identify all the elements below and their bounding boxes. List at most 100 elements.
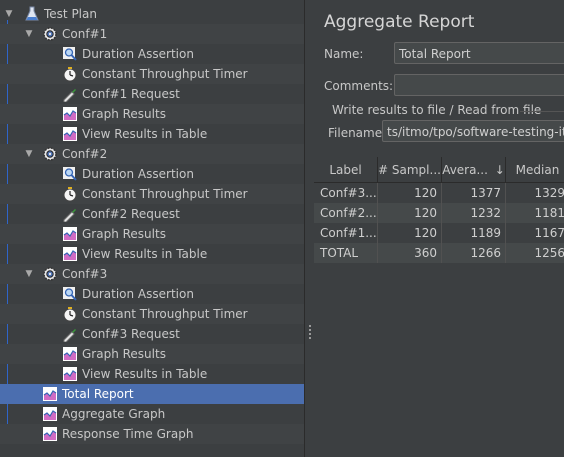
tree-item[interactable]: ▼ Conf#1 [0,24,304,44]
chevron-down-icon[interactable]: ▼ [24,269,34,279]
filename-label: Filename [328,126,383,140]
tree-item-label: Graph Results [82,227,166,241]
tree-item[interactable]: Aggregate Graph [0,404,304,424]
tree-item-label: Conf#2 [62,147,108,161]
pipette-icon [62,206,78,223]
comments-label: Comments: [324,79,394,93]
graph-icon [62,346,78,362]
column-header-samples[interactable]: # Sampl... [378,157,442,183]
table-cell-average: 1266 [442,243,506,263]
table-cell-label: Conf#1... [314,223,378,243]
tree-item[interactable]: View Results in Table [0,124,304,144]
tree-item[interactable]: ▼ Conf#2 [0,144,304,164]
stopwatch-icon [62,306,78,322]
table-cell-label: TOTAL [314,243,378,263]
tree-item[interactable]: Graph Results [0,344,304,364]
tree-item[interactable]: View Results in Table [0,244,304,264]
table-cell-samples: 120 [378,223,442,243]
magnifier-icon [62,286,78,302]
tree-item[interactable]: ▼ Test Plan [0,4,304,24]
tree-item-label: Test Plan [44,7,97,21]
tree-item[interactable]: Constant Throughput Timer [0,304,304,324]
tree-item[interactable]: Graph Results [0,104,304,124]
magnifier-icon [62,46,78,62]
table-row[interactable]: TOTAL 360 1266 1256 [314,243,564,263]
tree-item[interactable]: Total Report [0,384,304,404]
graph-icon [62,366,78,382]
graph-icon [62,246,78,262]
tree-item-label: Duration Assertion [82,47,194,61]
table-cell-samples: 120 [378,183,442,203]
tree-item[interactable]: Conf#3 Request [0,324,304,344]
pipette-icon [62,326,78,343]
flask-icon [24,6,40,22]
pipette-icon [62,86,78,103]
table-row[interactable]: Conf#1... 120 1189 1167 [314,223,564,243]
divider-grip-icon[interactable] [309,325,311,339]
column-header-median[interactable]: Median [506,157,564,183]
chevron-down-icon[interactable]: ▼ [24,29,34,39]
name-field[interactable]: Total Report [394,42,564,64]
chevron-down-icon[interactable]: ▼ [4,9,14,19]
column-header-average[interactable]: Avera... ↓ [442,157,506,183]
tree-item-label: Duration Assertion [82,167,194,181]
gear-icon [42,26,58,42]
file-group-label: Write results to file / Read from file [332,103,542,117]
table-cell-median: 1256 [506,243,564,263]
tree-item-label: Constant Throughput Timer [82,187,248,201]
tree-item[interactable]: Response Time Graph [0,424,304,444]
table-cell-samples: 120 [378,203,442,223]
tree-item[interactable]: Constant Throughput Timer [0,184,304,204]
test-plan-tree[interactable]: ▼ Test Plan ▼ Conf#1 Duration Assertion Const… [0,0,304,457]
table-cell-label: Conf#2... [314,203,378,223]
tree-item-label: View Results in Table [82,367,208,381]
name-label: Name: [324,47,364,61]
tree-item-label: Graph Results [82,107,166,121]
filename-field[interactable]: ts/itmo/tpo/software-testing-itmo [382,120,564,142]
table-cell-median: 1181 [506,203,564,223]
tree-item-label: Conf#3 [62,267,108,281]
tree-item-label: Duration Assertion [82,287,194,301]
table-cell-average: 1377 [442,183,506,203]
graph-icon [62,106,78,122]
graph-icon [62,126,78,142]
tree-item-label: View Results in Table [82,247,208,261]
graph-icon [62,226,78,242]
tree-item-label: Aggregate Graph [62,407,166,421]
tree-item[interactable]: Conf#2 Request [0,204,304,224]
tree-item[interactable]: ▼ Conf#3 [0,264,304,284]
tree-item[interactable]: Duration Assertion [0,44,304,64]
tree-item-label: Conf#3 Request [82,327,180,341]
column-header-average-label: Avera... [442,163,488,177]
file-group-border [520,111,564,112]
tree-item-label: Conf#2 Request [82,207,180,221]
tree-item[interactable]: Conf#1 Request [0,84,304,104]
tree-item[interactable]: Constant Throughput Timer [0,64,304,84]
tree-item[interactable]: Graph Results [0,224,304,244]
table-cell-median: 1329 [506,183,564,203]
graph-icon [42,406,58,422]
table-cell-samples: 360 [378,243,442,263]
tree-item-label: View Results in Table [82,127,208,141]
tree-item[interactable]: View Results in Table [0,364,304,384]
stopwatch-icon [62,186,78,202]
tree-item[interactable]: Duration Assertion [0,284,304,304]
table-row[interactable]: Conf#2... 120 1232 1181 [314,203,564,223]
chevron-down-icon[interactable]: ▼ [24,149,34,159]
graph-icon [42,426,58,442]
table-row[interactable]: Conf#3... 120 1377 1329 [314,183,564,203]
tree-item[interactable]: Duration Assertion [0,164,304,184]
column-header-label[interactable]: Label [314,157,378,183]
tree-item-label: Graph Results [82,347,166,361]
tree-item-label: Response Time Graph [62,427,194,441]
gear-icon [42,146,58,162]
tree-item-label: Conf#1 Request [82,87,180,101]
gear-icon [42,266,58,282]
table-cell-median: 1167 [506,223,564,243]
tree-item-label: Constant Throughput Timer [82,67,248,81]
tree-item-label: Total Report [62,387,134,401]
table-cell-label: Conf#3... [314,183,378,203]
panel-title: Aggregate Report [324,12,475,32]
comments-field[interactable] [394,74,564,96]
magnifier-icon [62,166,78,182]
